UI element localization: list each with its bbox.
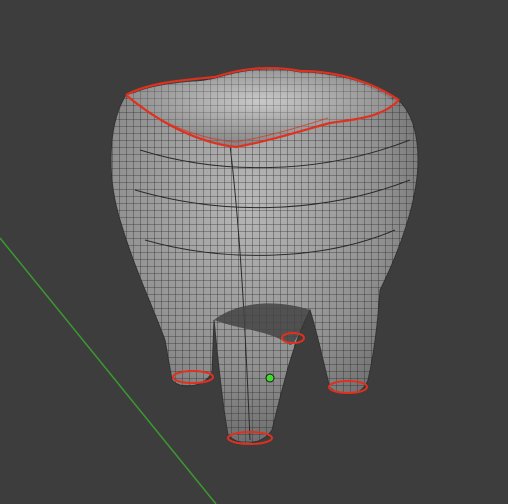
origin-pivot-icon[interactable] <box>265 373 275 383</box>
tooth-mesh[interactable] <box>100 60 430 460</box>
3d-viewport[interactable] <box>0 0 508 504</box>
viewport-scene[interactable] <box>0 0 508 504</box>
